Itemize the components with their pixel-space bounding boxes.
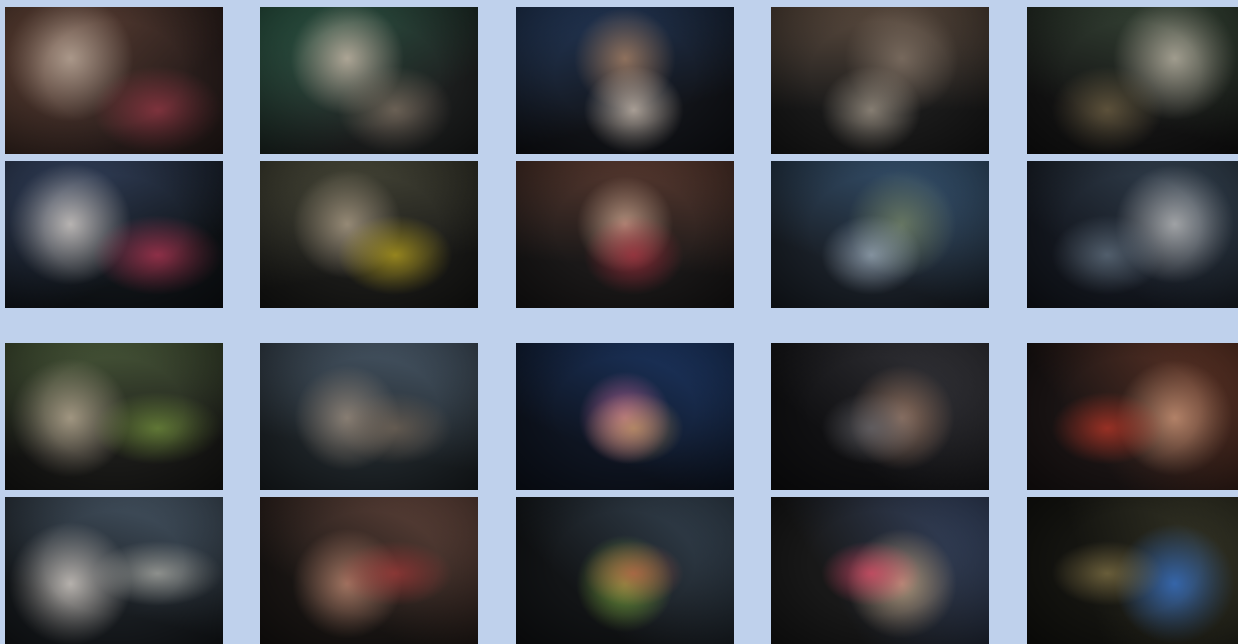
family-at-grave-photo[interactable]	[5, 343, 223, 490]
ruined-city-through-car-photo[interactable]	[771, 7, 989, 154]
children-sitting-indoors-photo[interactable]	[516, 161, 734, 308]
shattered-glass-buildings-photo[interactable]	[771, 161, 989, 308]
people-through-glass-photo[interactable]	[260, 497, 478, 644]
girl-in-pink-underground-photo[interactable]	[516, 343, 734, 490]
volunteers-carrying-body-photo[interactable]	[260, 161, 478, 308]
boy-behind-fence-photo[interactable]	[771, 343, 989, 490]
children-in-crowd-photo[interactable]	[771, 497, 989, 644]
photo-gallery	[0, 0, 1238, 644]
crowd-with-banners-photo[interactable]	[1027, 343, 1238, 490]
soldiers-with-machine-gun-photo[interactable]	[1027, 7, 1238, 154]
medics-treating-patient-photo[interactable]	[260, 7, 478, 154]
children-in-shelter-photo[interactable]	[516, 7, 734, 154]
mourning-women-photo[interactable]	[5, 7, 223, 154]
memorial-portrait-photo[interactable]	[5, 161, 223, 308]
soldier-with-flag-photo[interactable]	[1027, 497, 1238, 644]
woman-in-flowered-coat-photo[interactable]	[516, 497, 734, 644]
smiling-elderly-woman-photo[interactable]	[5, 497, 223, 644]
damaged-domed-building-photo[interactable]	[260, 343, 478, 490]
woman-in-headscarf-street-photo[interactable]	[1027, 161, 1238, 308]
